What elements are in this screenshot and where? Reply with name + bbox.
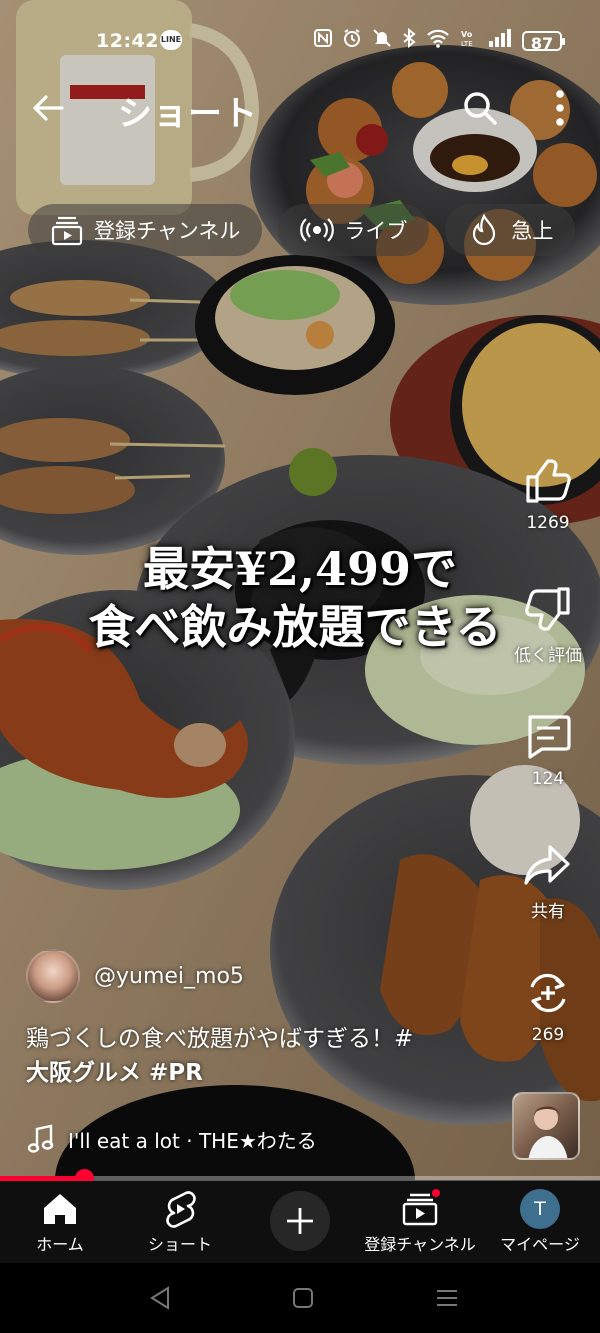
music-note-icon xyxy=(28,1124,54,1153)
feed-filter-chips: 登録チャンネル ライブ 急上 xyxy=(28,204,576,256)
search-button[interactable] xyxy=(460,88,500,128)
chip-live[interactable]: ライブ xyxy=(278,204,430,256)
more-vertical-icon xyxy=(556,90,564,126)
signal-icon xyxy=(488,28,512,54)
chip-subscriptions[interactable]: 登録チャンネル xyxy=(28,204,263,256)
svg-text:LTE: LTE xyxy=(461,40,473,48)
nfc-icon xyxy=(314,29,332,53)
status-icons: Vo LTE 87 xyxy=(314,27,565,54)
square-home-icon xyxy=(293,1288,313,1308)
plus-icon xyxy=(287,1208,313,1234)
nav-shorts-label: ショート xyxy=(147,1235,212,1254)
remix-count: 269 xyxy=(531,1025,565,1045)
alarm-icon xyxy=(342,28,362,54)
share-label: 共有 xyxy=(531,902,565,922)
like-button[interactable]: 1269 xyxy=(506,455,590,533)
svg-text:Vo: Vo xyxy=(461,30,473,39)
subscriptions-icon-wrap xyxy=(400,1187,442,1229)
sound-thumbnail[interactable] xyxy=(512,1092,580,1160)
status-time: 12:42 xyxy=(96,30,159,52)
music-title: I'll eat a lot · THE★わたる xyxy=(68,1128,317,1153)
page-title: ショート xyxy=(118,94,258,134)
shorts-icon xyxy=(166,1191,196,1228)
live-icon xyxy=(300,218,335,242)
home-icon xyxy=(44,1194,76,1224)
system-navigation-bar xyxy=(0,1263,600,1333)
status-bar: 12:42 LINE Vo LTE 87 xyxy=(0,22,600,58)
shorts-top-bar: ショート xyxy=(0,80,600,136)
notification-dot xyxy=(430,1187,442,1199)
chip-label: 登録チャンネル xyxy=(94,219,241,243)
chip-label: ライブ xyxy=(344,219,408,243)
mute-icon xyxy=(372,28,392,54)
triangle-back-icon xyxy=(150,1286,169,1310)
dislike-button[interactable]: 低く評価 xyxy=(506,583,590,666)
video-caption[interactable]: 鶏づくしの食べ放題がやばすぎる！# 大阪グルメ #PR xyxy=(26,1022,486,1090)
bluetooth-icon xyxy=(402,27,416,54)
thumbs-up-icon xyxy=(526,459,571,503)
system-back-button[interactable] xyxy=(146,1283,176,1313)
caption-text: 鶏づくしの食べ放題がやばすぎる！# xyxy=(26,1026,414,1052)
system-recents-button[interactable] xyxy=(432,1283,462,1313)
comment-icon xyxy=(528,715,571,759)
thumbs-down-icon xyxy=(525,587,570,631)
nav-home-label: ホーム xyxy=(36,1235,84,1254)
comment-count: 124 xyxy=(531,769,565,789)
music-info[interactable]: I'll eat a lot · THE★わたる xyxy=(28,1122,317,1156)
battery-indicator: 87 xyxy=(522,31,565,53)
dislike-label: 低く評価 xyxy=(514,646,582,666)
system-home-button[interactable] xyxy=(288,1283,318,1313)
caption-hashtags[interactable]: 大阪グルメ #PR xyxy=(26,1056,486,1090)
comments-button[interactable]: 124 xyxy=(506,711,590,789)
channel-avatar[interactable] xyxy=(26,949,80,1003)
nav-subscriptions-label: 登録チャンネル xyxy=(364,1235,476,1254)
nav-home[interactable]: ホーム xyxy=(0,1189,120,1255)
chip-label: 急上 xyxy=(511,219,554,243)
trending-icon xyxy=(473,213,496,246)
channel-info[interactable]: @yumei_mo5 xyxy=(26,948,244,1004)
create-button[interactable] xyxy=(270,1191,330,1251)
subscriptions-icon xyxy=(51,216,83,246)
account-avatar: T xyxy=(520,1189,560,1229)
line-notification-icon: LINE xyxy=(160,30,182,50)
search-icon xyxy=(464,92,497,125)
nav-subscriptions[interactable]: 登録チャンネル xyxy=(360,1187,480,1255)
nav-mypage-label: マイページ xyxy=(500,1235,580,1254)
share-button[interactable]: 共有 xyxy=(506,839,590,922)
wifi-icon xyxy=(426,28,450,54)
channel-handle[interactable]: @yumei_mo5 xyxy=(94,964,244,989)
more-options-button[interactable] xyxy=(546,86,574,130)
remix-button[interactable]: 269 xyxy=(506,967,590,1045)
nav-shorts[interactable]: ショート xyxy=(120,1189,240,1255)
bottom-navigation: ホーム ショート 登録チャンネル T マイページ xyxy=(0,1181,600,1263)
remix-icon xyxy=(530,973,566,1013)
like-count: 1269 xyxy=(526,513,570,533)
volte-icon: Vo LTE xyxy=(460,28,478,54)
sound-thumbnail-image xyxy=(528,1106,568,1158)
nav-mypage[interactable]: T マイページ xyxy=(480,1189,600,1255)
menu-lines-icon xyxy=(437,1290,457,1306)
share-icon xyxy=(524,845,570,885)
arrow-left-icon xyxy=(33,95,64,121)
chip-trending[interactable]: 急上 xyxy=(445,204,576,256)
back-button[interactable] xyxy=(28,88,68,128)
